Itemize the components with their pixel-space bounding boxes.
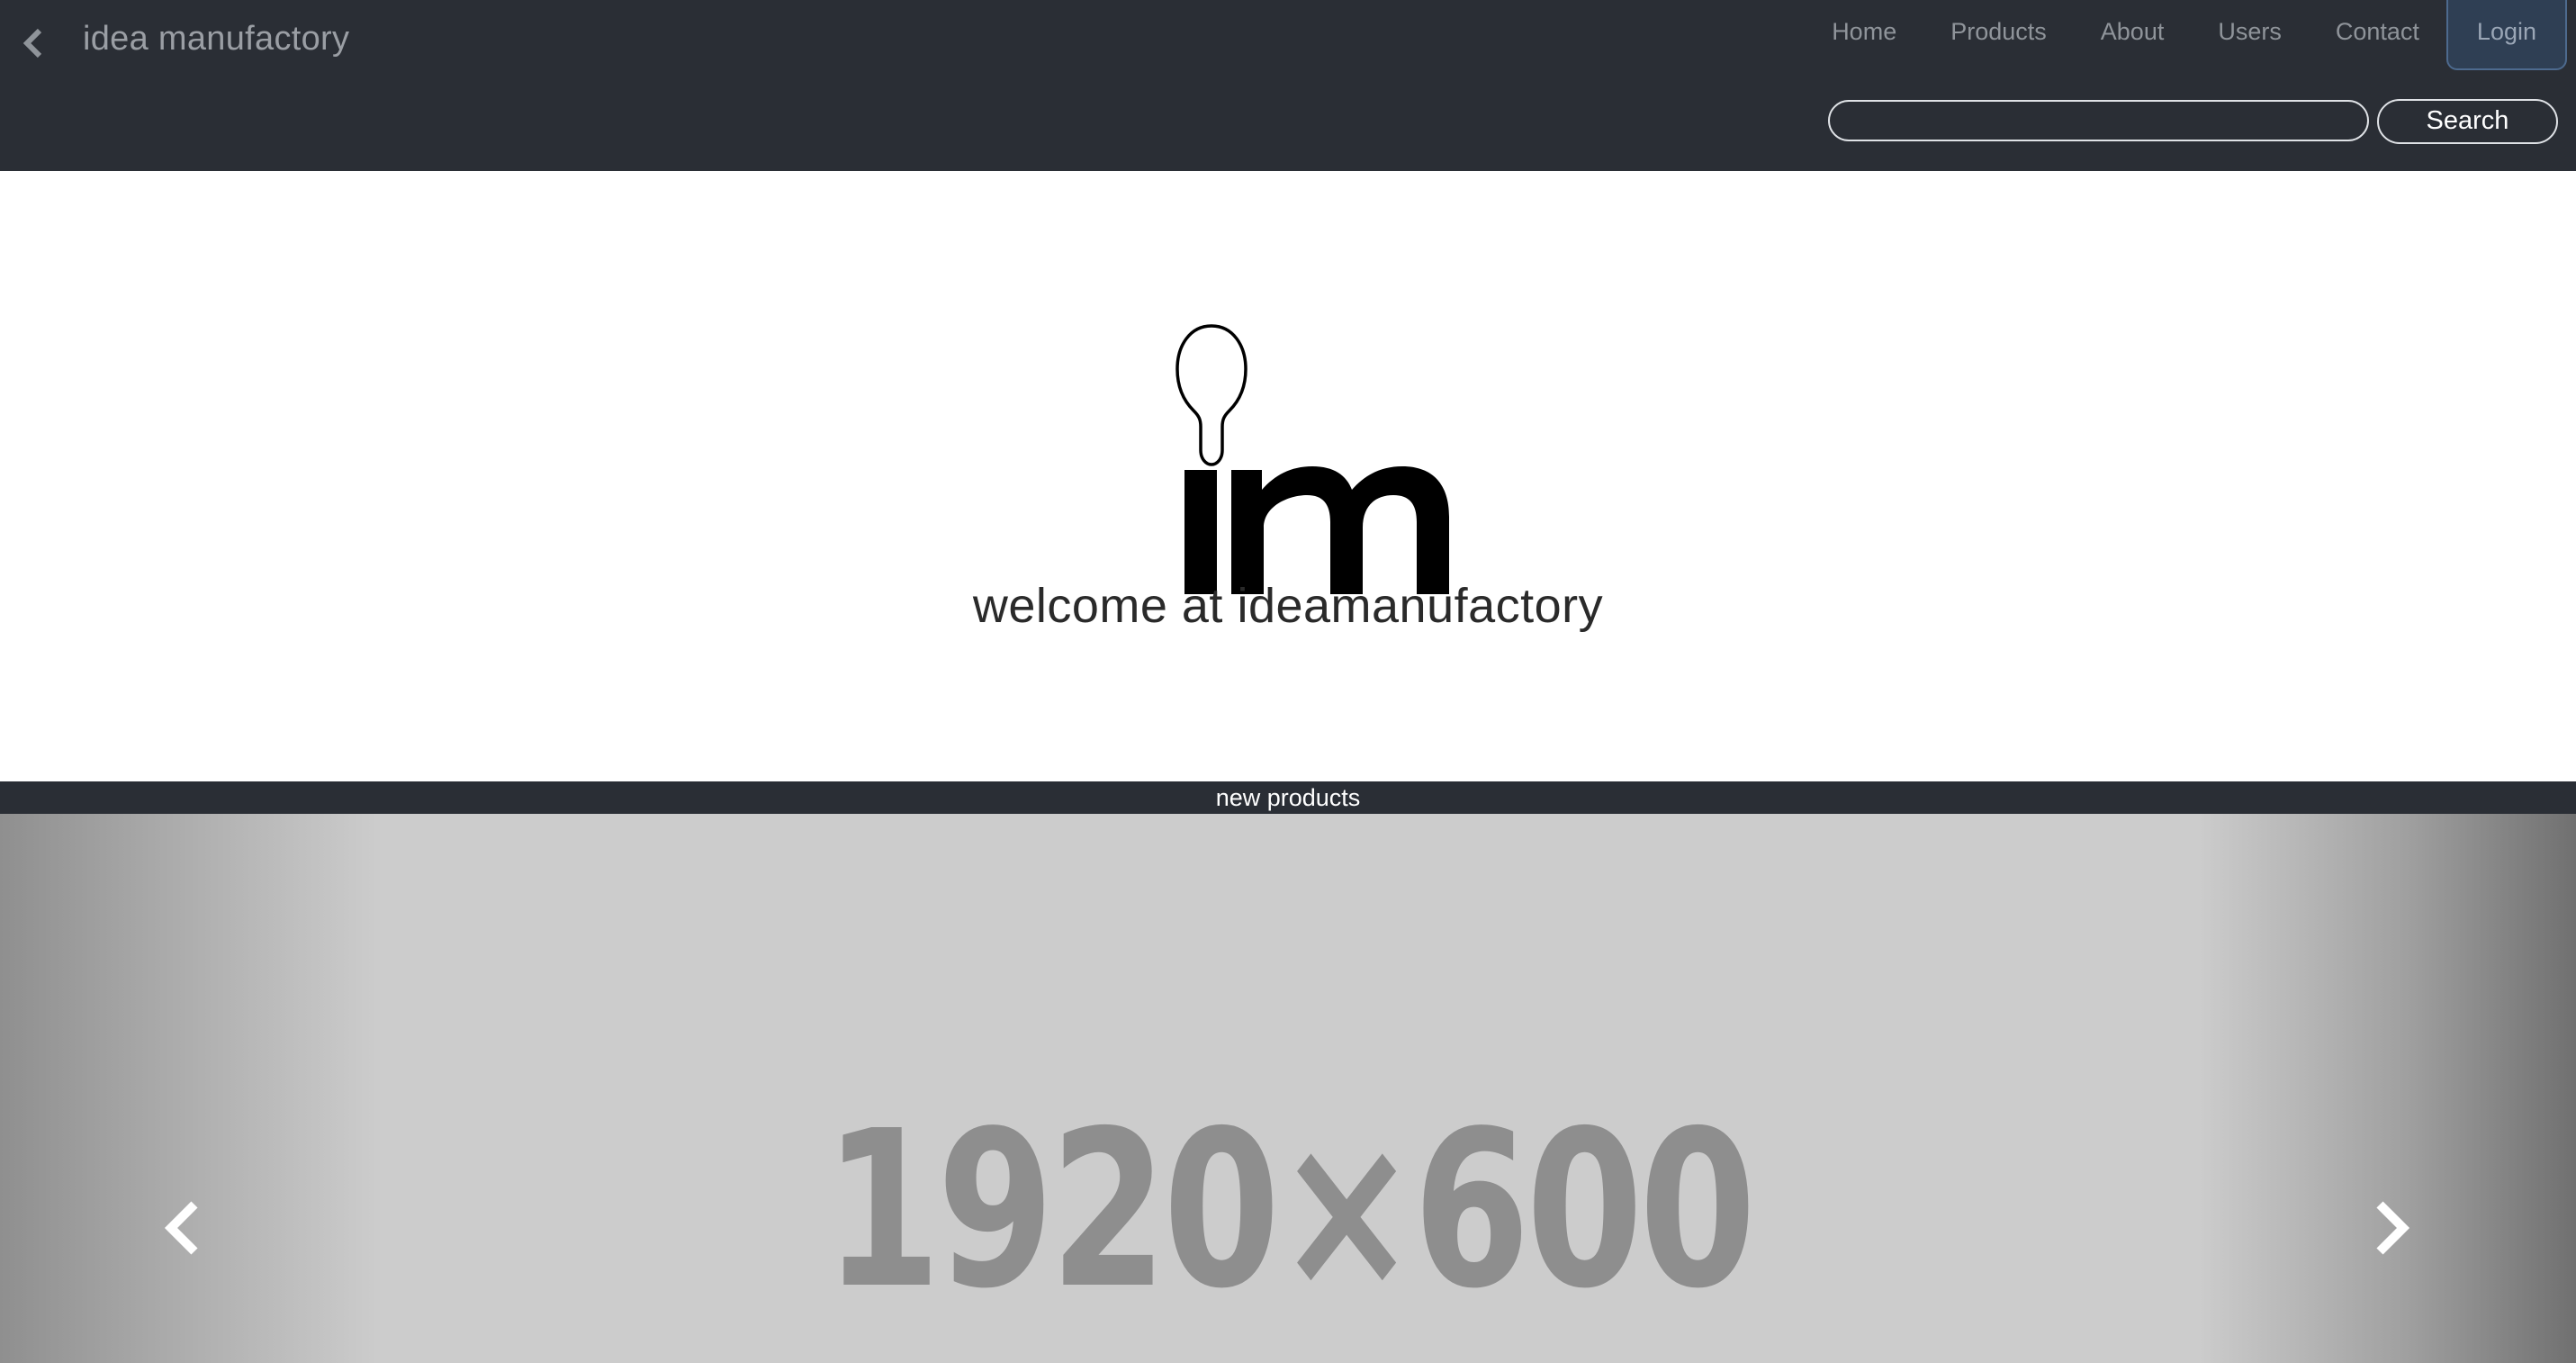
welcome-heading: welcome at ideamanufactory bbox=[972, 579, 1604, 633]
products-carousel: 1920×600 bbox=[0, 814, 2576, 1363]
new-products-heading: new products bbox=[0, 781, 2576, 814]
im-logo bbox=[1143, 306, 1449, 612]
login-button[interactable]: Login bbox=[2445, 0, 2567, 70]
brand-title[interactable]: idea manufactory bbox=[83, 20, 349, 59]
search-button[interactable]: Search bbox=[2377, 99, 2558, 144]
hero-section: welcome at ideamanufactory bbox=[0, 171, 2576, 781]
back-chevron-icon[interactable] bbox=[16, 25, 52, 61]
navbar: idea manufactory Home Products About Use… bbox=[0, 0, 2576, 171]
nav-about[interactable]: About bbox=[2074, 0, 2192, 70]
nav-products[interactable]: Products bbox=[1923, 0, 2074, 70]
nav-home[interactable]: Home bbox=[1805, 0, 1923, 70]
nav-contact[interactable]: Contact bbox=[2309, 0, 2446, 70]
search-input[interactable] bbox=[1828, 100, 2369, 141]
carousel-prev-icon[interactable] bbox=[153, 1192, 216, 1264]
nav-users[interactable]: Users bbox=[2191, 0, 2309, 70]
carousel-placeholder-image: 1920×600 bbox=[824, 1084, 1756, 1336]
nav-links: Home Products About Users Contact Login bbox=[1805, 0, 2567, 72]
carousel-next-icon[interactable] bbox=[2358, 1192, 2421, 1264]
